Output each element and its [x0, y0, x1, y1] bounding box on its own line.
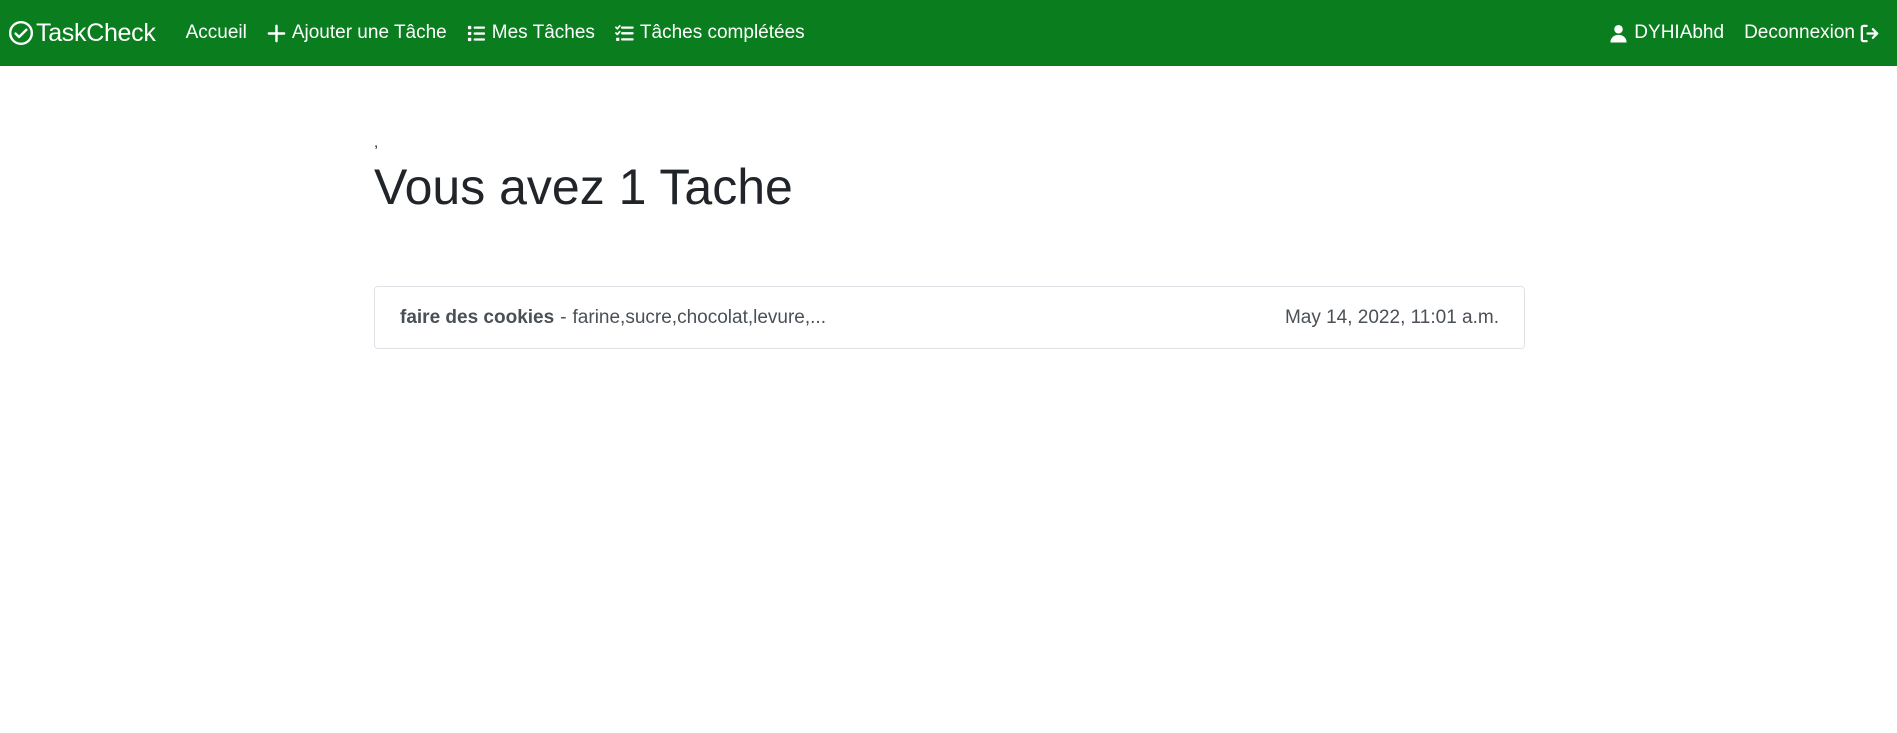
logout-link[interactable]: Deconnexion [1744, 22, 1880, 44]
nav-item-label: Accueil [185, 22, 247, 43]
list-icon [467, 25, 485, 41]
nav-item-mes-taches[interactable]: Mes Tâches [467, 22, 595, 44]
check-circle-icon [8, 20, 34, 46]
nav-links: Accueil Ajouter une Tâche Mes Tâches Tâc… [186, 22, 825, 44]
user-icon [1610, 24, 1627, 43]
plus-icon [267, 24, 286, 42]
task-title: faire des cookies [400, 306, 555, 328]
nav-item-accueil[interactable]: Accueil [186, 22, 247, 44]
logout-icon [1860, 24, 1879, 42]
page-title: Vous avez 1 Tache [374, 159, 793, 215]
navbar: TaskCheck Accueil Ajouter une Tâche Mes … [0, 0, 1897, 66]
nav-item-label: Mes Tâches [491, 22, 595, 43]
task-list-item[interactable]: faire des cookies - farine,sucre,chocola… [374, 286, 1525, 349]
nav-item-label: Tâches complétées [639, 22, 805, 43]
nav-item-ajouter-tache[interactable]: Ajouter une Tâche [267, 22, 447, 44]
brand-label: TaskCheck [36, 18, 156, 47]
nav-item-label: Ajouter une Tâche [291, 22, 447, 43]
checklist-icon [615, 24, 634, 41]
stray-comma-text: , [374, 134, 379, 151]
nav-user-area: DYHIAbhd Deconnexion [1609, 22, 1880, 44]
task-separator: - [560, 306, 567, 328]
user-name: DYHIAbhd [1634, 22, 1725, 43]
logout-label: Deconnexion [1744, 22, 1855, 43]
user-profile-link[interactable]: DYHIAbhd [1609, 22, 1724, 44]
task-description: farine,sucre,chocolat,levure,... [572, 306, 826, 328]
brand-link[interactable]: TaskCheck [8, 19, 156, 48]
nav-item-taches-completees[interactable]: Tâches complétées [615, 22, 805, 44]
task-date: May 14, 2022, 11:01 a.m. [1284, 306, 1499, 328]
